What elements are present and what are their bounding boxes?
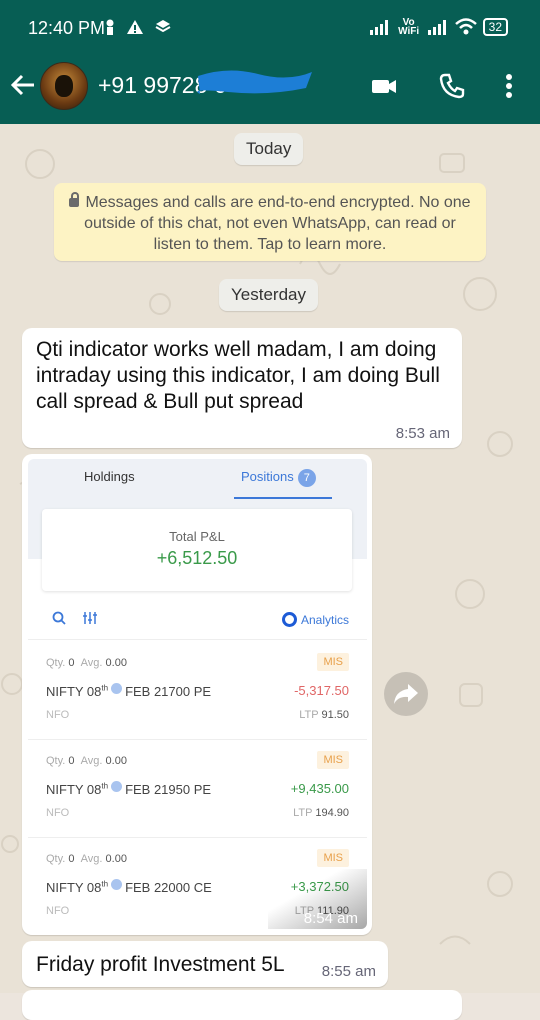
message-bubble[interactable]: Qti indicator works well madam, I am doi… [22, 328, 462, 448]
redaction-scribble [197, 70, 312, 94]
qty-label: Qty. [46, 755, 66, 767]
instrument: NIFTY 08th FEB 21950 PE [46, 781, 211, 797]
ltp-value: 194.90 [315, 807, 349, 819]
app-bar: +91 99728 6 [0, 58, 540, 124]
ltp: LTP 194.90 [293, 807, 349, 819]
back-arrow-icon[interactable] [10, 72, 36, 103]
instrument-contract: FEB 21700 PE [125, 684, 212, 699]
forward-icon [394, 684, 418, 704]
forward-button[interactable] [384, 672, 428, 716]
instrument-sup: th [101, 683, 109, 693]
analytics-link: Analytics [281, 612, 349, 627]
avg-value: 0.00 [105, 853, 127, 865]
encryption-notice[interactable]: Messages and calls are end-to-end encryp… [54, 183, 486, 261]
person-icon [106, 19, 114, 35]
analytics-label: Analytics [300, 613, 349, 627]
video-call-icon[interactable] [370, 72, 398, 100]
tab-underline [234, 497, 332, 499]
voice-call-icon[interactable] [438, 72, 466, 100]
tab-positions-label: Positions [241, 469, 294, 484]
lock-icon [69, 192, 80, 207]
qty-avg: Qty. 0 Avg. 0.00 [46, 657, 127, 669]
weekly-icon [111, 683, 123, 694]
status-time: 12:40 PM [28, 18, 106, 38]
weekly-icon [111, 781, 123, 792]
position-pl: +9,435.00 [290, 781, 349, 796]
signal-icon [369, 20, 388, 35]
qty-avg: Qty. 0 Avg. 0.00 [46, 755, 127, 767]
qty-value: 0 [68, 853, 75, 865]
product-badge: MIS [317, 653, 349, 671]
tab-positions: Positions 7 [241, 469, 316, 487]
message-text: Qti indicator works well madam, I am doi… [36, 338, 440, 413]
battery-indicator: 32 [482, 18, 508, 36]
qty-value: 0 [68, 657, 75, 669]
ltp: LTP 91.50 [299, 709, 349, 721]
product-badge: MIS [317, 751, 349, 769]
message-time: 8:55 am [321, 963, 376, 980]
message-time: 8:53 am [395, 425, 450, 442]
vowifi-label: Vo WiFi [398, 17, 420, 37]
instrument: NIFTY 08th FEB 21700 PE [46, 683, 211, 699]
instrument-sup: th [101, 781, 109, 791]
qty-avg: Qty. 0 Avg. 0.00 [46, 853, 127, 865]
date-separator-today: Today [234, 133, 304, 165]
message-time: 8:54 am [303, 910, 358, 927]
instrument-contract: FEB 22000 CE [125, 880, 212, 895]
image-message-bubble[interactable]: Holdings Positions 7 Total P&L +6,512.50 … [22, 454, 372, 935]
avatar[interactable] [40, 62, 88, 110]
avg-label: Avg. [80, 657, 103, 669]
message-bubble[interactable]: Friday profit Investment 5L 8:55 am [22, 941, 388, 987]
message-text: Friday profit Investment 5L [36, 953, 285, 976]
instrument-symbol: NIFTY 08 [46, 880, 102, 895]
status-bar: 12:40 PM Vo WiFi 32 [0, 0, 540, 58]
date-separator-yesterday: Yesterday [219, 279, 318, 311]
qty-value: 0 [68, 755, 75, 767]
positions-toolbar: Analytics [28, 601, 367, 640]
total-pl-value: +6,512.50 [156, 548, 238, 568]
total-pl-label: Total P&L [169, 529, 225, 544]
instrument-symbol: NIFTY 08 [46, 684, 102, 699]
instrument-symbol: NIFTY 08 [46, 782, 102, 797]
exchange: NFO [46, 905, 70, 917]
shared-screenshot[interactable]: Holdings Positions 7 Total P&L +6,512.50 … [28, 459, 367, 929]
chat-header: 12:40 PM Vo WiFi 32 +91 99728 6 [0, 0, 540, 124]
exchange: NFO [46, 807, 70, 819]
position-pl: -5,317.50 [294, 683, 349, 698]
signal-icon [427, 20, 446, 35]
search-icon [52, 611, 66, 625]
instrument-contract: FEB 21950 PE [125, 782, 212, 797]
status-right: Vo WiFi 32 [369, 17, 508, 37]
notification-icons [104, 19, 171, 38]
qty-label: Qty. [46, 853, 66, 865]
product-badge: MIS [317, 849, 349, 867]
total-pl-card: Total P&L +6,512.50 [42, 509, 352, 591]
ltp-value: 91.50 [321, 709, 349, 721]
avg-label: Avg. [80, 853, 103, 865]
avg-label: Avg. [80, 755, 103, 767]
tab-holdings: Holdings [84, 469, 135, 484]
instrument: NIFTY 08th FEB 22000 CE [46, 879, 212, 895]
warning-icon [127, 20, 144, 34]
analytics-icon [281, 612, 297, 627]
ltp-label: LTP [299, 709, 319, 721]
wifi-icon [454, 18, 477, 35]
more-options-icon[interactable] [498, 72, 526, 100]
layers-icon [155, 20, 171, 33]
position-row: Qty. 0 Avg. 0.00 MIS NIFTY 08th FEB 21950 P… [28, 739, 367, 838]
avg-value: 0.00 [105, 755, 127, 767]
weekly-icon [111, 879, 123, 890]
tabs: Holdings Positions 7 [28, 459, 367, 499]
instrument-sup: th [101, 879, 109, 889]
positions-count-badge: 7 [297, 469, 316, 487]
qty-label: Qty. [46, 657, 66, 669]
ltp-label: LTP [293, 807, 313, 819]
exchange: NFO [46, 709, 70, 721]
avg-value: 0.00 [105, 657, 127, 669]
filter-icon [83, 612, 97, 624]
encryption-notice-text: Messages and calls are end-to-end encryp… [84, 194, 471, 253]
position-row: Qty. 0 Avg. 0.00 MIS NIFTY 08th FEB 21700 P… [28, 641, 367, 740]
message-bubble-partial [22, 990, 462, 1020]
